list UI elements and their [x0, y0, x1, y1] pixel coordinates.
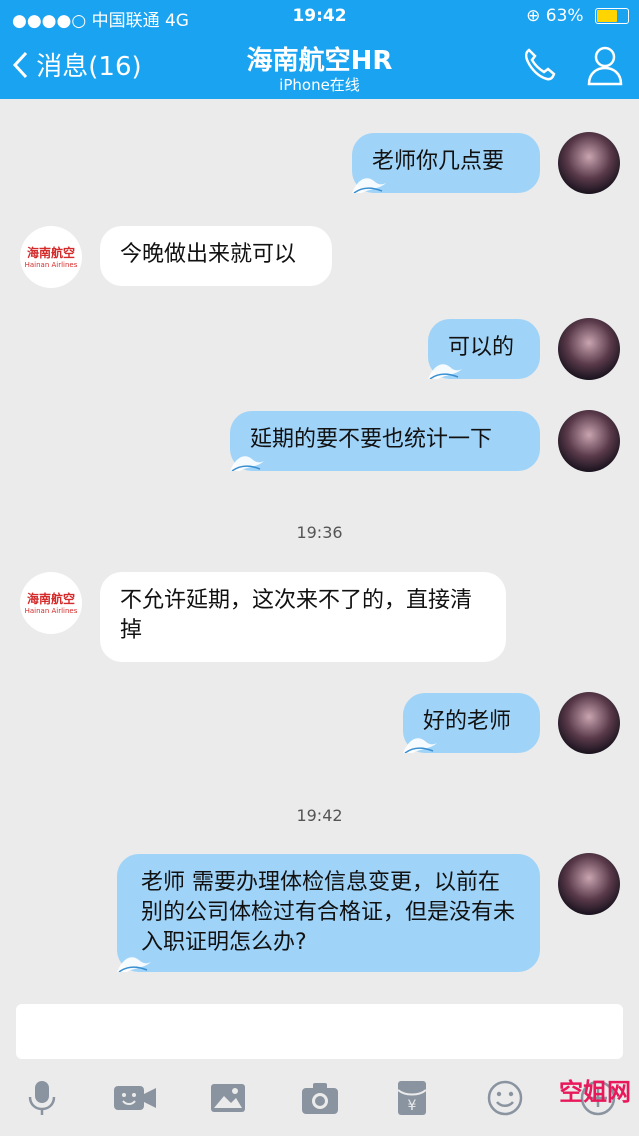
- video-icon[interactable]: [112, 1078, 158, 1118]
- message-bubble-out[interactable]: 老师你几点要: [352, 133, 540, 193]
- timestamp: 19:36: [296, 523, 343, 542]
- person-icon[interactable]: [585, 44, 625, 90]
- avatar-logo-text: 海南航空: [26, 246, 75, 260]
- avatar[interactable]: [558, 853, 620, 915]
- avatar[interactable]: 海南航空 Hainan Airlines: [20, 226, 82, 288]
- phone-icon[interactable]: [521, 46, 557, 86]
- battery-icon: [595, 8, 629, 24]
- emoji-icon[interactable]: [485, 1078, 525, 1118]
- wave-decoration: [230, 456, 264, 471]
- battery-percent: 63%: [545, 6, 584, 26]
- message-bubble-out[interactable]: 延期的要不要也统计一下: [230, 411, 540, 471]
- avatar-logo-subtext: Hainan Airlines: [24, 607, 78, 615]
- mic-icon[interactable]: [22, 1078, 62, 1118]
- wave-decoration: [352, 178, 386, 193]
- avatar[interactable]: [558, 692, 620, 754]
- camera-icon[interactable]: [300, 1078, 340, 1118]
- svg-text:¥: ¥: [408, 1098, 417, 1114]
- timestamp: 19:42: [296, 806, 343, 825]
- message-text: 不允许延期，这次来不了的，直接清掉: [120, 588, 473, 643]
- avatar-logo-subtext: Hainan Airlines: [24, 261, 78, 269]
- message-bubble-in[interactable]: 不允许延期，这次来不了的，直接清掉: [100, 572, 506, 662]
- message-bubble-out[interactable]: 老师 需要办理体检信息变更，以前在别的公司体检过有合格证，但是没有未入职证明怎么…: [117, 854, 540, 972]
- message-text: 延期的要不要也统计一下: [250, 427, 493, 452]
- watermark: 空姐网: [559, 1078, 631, 1106]
- red-packet-icon[interactable]: ¥: [395, 1078, 435, 1118]
- avatar[interactable]: [558, 318, 620, 380]
- avatar[interactable]: [558, 132, 620, 194]
- message-bubble-out[interactable]: 可以的: [428, 319, 540, 379]
- status-bar: ●●●●○ 中国联通 4G 19:42 ⊕ 63%: [0, 6, 639, 31]
- wave-decoration: [403, 738, 437, 753]
- message-bubble-out[interactable]: 好的老师: [403, 693, 540, 753]
- top-bar: ●●●●○ 中国联通 4G 19:42 ⊕ 63% 消息(16) 海南航空HR …: [0, 0, 639, 99]
- avatar[interactable]: [558, 410, 620, 472]
- message-bubble-in[interactable]: 今晚做出来就可以: [100, 226, 332, 286]
- wave-decoration: [428, 364, 462, 379]
- chat-toolbar: ¥: [0, 1066, 639, 1136]
- avatar[interactable]: 海南航空 Hainan Airlines: [20, 572, 82, 634]
- wave-decoration: [117, 957, 151, 972]
- message-text: 今晚做出来就可以: [120, 242, 297, 267]
- battery-indicator: ⊕ 63%: [526, 6, 629, 26]
- avatar-logo-text: 海南航空: [26, 592, 75, 606]
- message-text: 老师 需要办理体检信息变更，以前在别的公司体检过有合格证，但是没有未入职证明怎么…: [141, 870, 516, 955]
- image-icon[interactable]: [208, 1078, 248, 1118]
- rotation-lock-icon: ⊕: [526, 6, 541, 26]
- message-input[interactable]: [16, 1004, 623, 1059]
